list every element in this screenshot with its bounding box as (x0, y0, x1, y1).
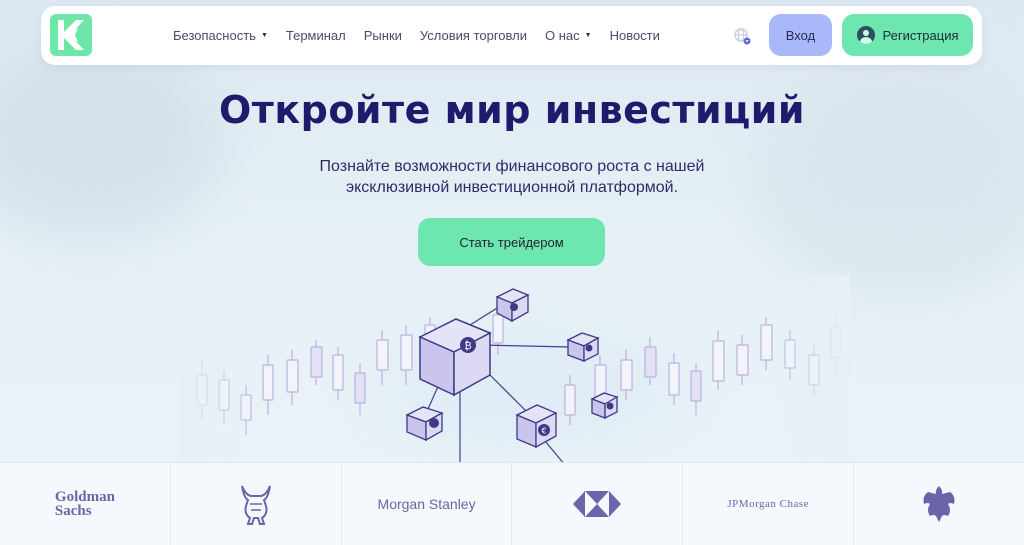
register-button[interactable]: Регистрация (842, 14, 973, 56)
hero-illustration: ₿ € (180, 275, 850, 465)
partner-morgan-stanley: Morgan Stanley (342, 463, 513, 545)
nav-item-label: Безопасность (173, 28, 256, 43)
partner-bull-logo (171, 463, 342, 545)
nav-item-label: Условия торговли (419, 28, 527, 43)
morgan-stanley-logo: Morgan Stanley (377, 496, 476, 512)
partner-jpmorgan-chase: JPMorgan Chase (683, 463, 855, 545)
nav-item-label: Новости (609, 28, 660, 43)
login-button[interactable]: Вход (769, 14, 832, 56)
main-nav: Безопасность ▼ Терминал Рынки Условия то… (173, 6, 678, 65)
cta-label: Стать трейдером (459, 234, 564, 250)
nav-item-news[interactable]: Новости (610, 28, 660, 43)
partner-barclays (854, 463, 1024, 545)
logo-icon[interactable] (50, 14, 92, 56)
partners-strip: Goldman Sachs Morgan Stanley JPMorgan Ch… (0, 462, 1024, 545)
become-trader-button[interactable]: Стать трейдером (418, 218, 605, 266)
goldman-logo-line: Goldman (54, 489, 115, 505)
nav-item-terminal[interactable]: Терминал (286, 28, 346, 43)
jpmorgan-logo: JPMorgan Chase (727, 498, 810, 510)
partner-hsbc (512, 463, 684, 545)
nav-item-label: Рынки (363, 28, 402, 43)
globe-icon[interactable] (732, 26, 752, 46)
nav-item-label: Терминал (285, 28, 346, 43)
nav-item-security[interactable]: Безопасность ▼ (173, 28, 268, 43)
nav-item-markets[interactable]: Рынки (364, 28, 402, 43)
login-label: Вход (785, 27, 816, 43)
eagle-logo-icon (923, 486, 955, 522)
goldman-logo-line: Sachs (54, 503, 92, 519)
bull-logo-icon (240, 485, 271, 525)
hero-subtitle-line: Познайте возможности финансового роста с… (319, 158, 705, 175)
nav-item-trading-conditions[interactable]: Условия торговли (420, 28, 527, 43)
background-blur (0, 40, 220, 240)
caret-down-icon: ▼ (584, 32, 592, 39)
caret-down-icon: ▼ (260, 32, 268, 39)
header-navbar: Безопасность ▼ Терминал Рынки Условия то… (41, 6, 982, 65)
hero-subtitle: Познайте возможности финансового роста с… (262, 156, 762, 198)
hero-title: Откройте мир инвестиций (219, 88, 805, 132)
partner-goldman-sachs: Goldman Sachs (0, 463, 171, 545)
hero-subtitle-line: эксклюзивной инвестиционной платформой. (345, 179, 679, 196)
nav-item-about[interactable]: О нас ▼ (545, 28, 592, 43)
register-label: Регистрация (882, 27, 959, 43)
hsbc-logo-icon (573, 491, 622, 517)
nav-item-label: О нас (545, 28, 580, 43)
user-avatar-icon (856, 26, 875, 44)
